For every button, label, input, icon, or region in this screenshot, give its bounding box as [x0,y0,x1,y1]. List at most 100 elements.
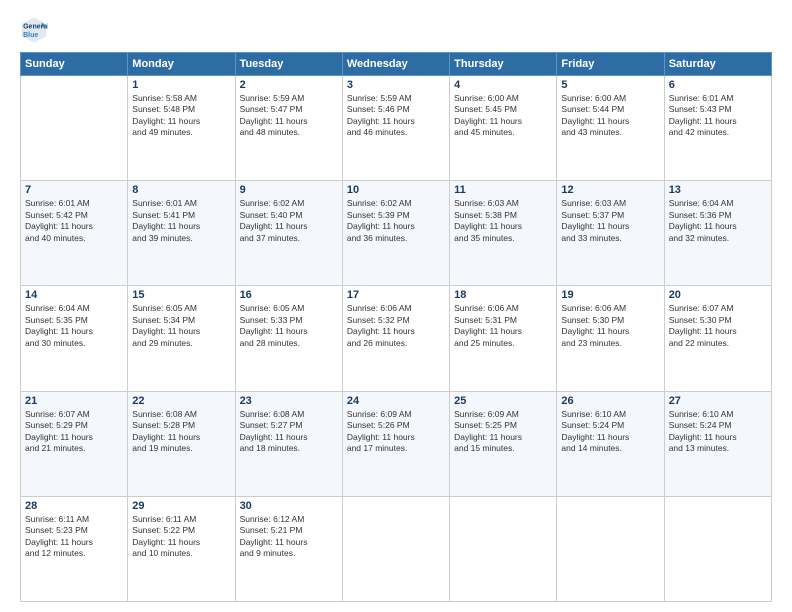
day-info: Sunrise: 6:11 AMSunset: 5:23 PMDaylight:… [25,514,123,560]
calendar-cell: 6 Sunrise: 6:01 AMSunset: 5:43 PMDaylight… [664,76,771,181]
day-number: 14 [25,289,123,301]
logo: General Blue [20,16,52,44]
week-row-1: 1 Sunrise: 5:58 AMSunset: 5:48 PMDaylight… [21,76,772,181]
day-number: 17 [347,289,445,301]
col-header-saturday: Saturday [664,53,771,76]
calendar-cell: 16Sunrise: 6:05 AMSunset: 5:33 PMDayligh… [235,286,342,391]
day-number: 28 [25,500,123,512]
day-number: 23 [240,395,338,407]
calendar-cell: 21 Sunrise: 6:07 AMSunset: 5:29 PMDayligh… [21,391,128,496]
day-number: 30 [240,500,338,512]
day-number: 12 [561,184,659,196]
day-number: 19 [561,289,659,301]
day-number: 21 [25,395,123,407]
week-row-2: 7 Sunrise: 6:01 AMSunset: 5:42 PMDaylight… [21,181,772,286]
day-number: 16 [240,289,338,301]
calendar-cell [557,496,664,601]
day-number: 1 [132,79,230,91]
calendar-cell: 11 Sunrise: 6:03 AMSunset: 5:38 PMDayligh… [450,181,557,286]
calendar-cell: 20 Sunrise: 6:07 AMSunset: 5:30 PMDayligh… [664,286,771,391]
page: General Blue SundayMondayTuesdayWednesda… [0,0,792,612]
calendar-cell: 12 Sunrise: 6:03 AMSunset: 5:37 PMDayligh… [557,181,664,286]
calendar-cell: 18Sunrise: 6:06 AMSunset: 5:31 PMDayligh… [450,286,557,391]
day-info: Sunrise: 6:03 AMSunset: 5:37 PMDaylight:… [561,198,659,244]
calendar-cell: 27 Sunrise: 6:10 AMSunset: 5:24 PMDayligh… [664,391,771,496]
day-number: 29 [132,500,230,512]
calendar-cell: 2 Sunrise: 5:59 AMSunset: 5:47 PMDaylight… [235,76,342,181]
day-info: Sunrise: 6:02 AMSunset: 5:39 PMDaylight:… [347,198,445,244]
svg-text:General: General [23,23,48,30]
day-number: 27 [669,395,767,407]
calendar-cell: 10 Sunrise: 6:02 AMSunset: 5:39 PMDayligh… [342,181,449,286]
day-number: 5 [561,79,659,91]
calendar-cell: 13 Sunrise: 6:04 AMSunset: 5:36 PMDayligh… [664,181,771,286]
calendar-cell: 9 Sunrise: 6:02 AMSunset: 5:40 PMDaylight… [235,181,342,286]
calendar-cell: 26Sunrise: 6:10 AMSunset: 5:24 PMDayligh… [557,391,664,496]
day-info: Sunrise: 6:07 AMSunset: 5:29 PMDaylight:… [25,409,123,455]
day-info: Sunrise: 6:06 AMSunset: 5:32 PMDaylight:… [347,303,445,349]
calendar-cell [342,496,449,601]
col-header-friday: Friday [557,53,664,76]
day-number: 7 [25,184,123,196]
day-number: 26 [561,395,659,407]
day-info: Sunrise: 6:09 AMSunset: 5:26 PMDaylight:… [347,409,445,455]
day-info: Sunrise: 6:00 AMSunset: 5:45 PMDaylight:… [454,93,552,139]
day-info: Sunrise: 6:08 AMSunset: 5:28 PMDaylight:… [132,409,230,455]
day-info: Sunrise: 6:07 AMSunset: 5:30 PMDaylight:… [669,303,767,349]
col-header-sunday: Sunday [21,53,128,76]
day-number: 24 [347,395,445,407]
logo-icon: General Blue [20,16,48,44]
day-number: 9 [240,184,338,196]
day-number: 8 [132,184,230,196]
day-number: 2 [240,79,338,91]
calendar-cell: 3Sunrise: 5:59 AMSunset: 5:46 PMDaylight… [342,76,449,181]
calendar-table: SundayMondayTuesdayWednesdayThursdayFrid… [20,52,772,602]
day-info: Sunrise: 6:12 AMSunset: 5:21 PMDaylight:… [240,514,338,560]
day-info: Sunrise: 6:00 AMSunset: 5:44 PMDaylight:… [561,93,659,139]
col-header-tuesday: Tuesday [235,53,342,76]
calendar-cell: 24 Sunrise: 6:09 AMSunset: 5:26 PMDayligh… [342,391,449,496]
calendar-cell [450,496,557,601]
week-row-4: 21 Sunrise: 6:07 AMSunset: 5:29 PMDayligh… [21,391,772,496]
calendar-cell: 22 Sunrise: 6:08 AMSunset: 5:28 PMDayligh… [128,391,235,496]
day-info: Sunrise: 6:05 AMSunset: 5:34 PMDaylight:… [132,303,230,349]
day-info: Sunrise: 6:04 AMSunset: 5:36 PMDaylight:… [669,198,767,244]
svg-text:Blue: Blue [23,32,38,39]
day-number: 6 [669,79,767,91]
day-number: 25 [454,395,552,407]
calendar-cell: 25 Sunrise: 6:09 AMSunset: 5:25 PMDayligh… [450,391,557,496]
day-info: Sunrise: 6:01 AMSunset: 5:43 PMDaylight:… [669,93,767,139]
day-info: Sunrise: 6:09 AMSunset: 5:25 PMDaylight:… [454,409,552,455]
calendar-cell: 30 Sunrise: 6:12 AMSunset: 5:21 PMDayligh… [235,496,342,601]
calendar-cell: 8Sunrise: 6:01 AMSunset: 5:41 PMDaylight… [128,181,235,286]
week-row-3: 14 Sunrise: 6:04 AMSunset: 5:35 PMDayligh… [21,286,772,391]
day-number: 10 [347,184,445,196]
day-info: Sunrise: 5:58 AMSunset: 5:48 PMDaylight:… [132,93,230,139]
day-number: 22 [132,395,230,407]
day-number: 13 [669,184,767,196]
day-info: Sunrise: 5:59 AMSunset: 5:47 PMDaylight:… [240,93,338,139]
col-header-monday: Monday [128,53,235,76]
day-number: 20 [669,289,767,301]
calendar-cell: 29Sunrise: 6:11 AMSunset: 5:22 PMDayligh… [128,496,235,601]
calendar-cell: 14 Sunrise: 6:04 AMSunset: 5:35 PMDayligh… [21,286,128,391]
calendar-cell: 1 Sunrise: 5:58 AMSunset: 5:48 PMDaylight… [128,76,235,181]
day-info: Sunrise: 6:04 AMSunset: 5:35 PMDaylight:… [25,303,123,349]
calendar-cell [21,76,128,181]
day-info: Sunrise: 6:02 AMSunset: 5:40 PMDaylight:… [240,198,338,244]
day-number: 18 [454,289,552,301]
calendar-header-row: SundayMondayTuesdayWednesdayThursdayFrid… [21,53,772,76]
calendar-cell [664,496,771,601]
day-info: Sunrise: 6:08 AMSunset: 5:27 PMDaylight:… [240,409,338,455]
week-row-5: 28 Sunrise: 6:11 AMSunset: 5:23 PMDayligh… [21,496,772,601]
calendar-cell: 28 Sunrise: 6:11 AMSunset: 5:23 PMDayligh… [21,496,128,601]
day-info: Sunrise: 6:10 AMSunset: 5:24 PMDaylight:… [669,409,767,455]
day-info: Sunrise: 6:03 AMSunset: 5:38 PMDaylight:… [454,198,552,244]
calendar-cell: 4Sunrise: 6:00 AMSunset: 5:45 PMDaylight… [450,76,557,181]
calendar-cell: 15 Sunrise: 6:05 AMSunset: 5:34 PMDayligh… [128,286,235,391]
col-header-wednesday: Wednesday [342,53,449,76]
day-number: 11 [454,184,552,196]
day-number: 15 [132,289,230,301]
day-info: Sunrise: 6:01 AMSunset: 5:42 PMDaylight:… [25,198,123,244]
col-header-thursday: Thursday [450,53,557,76]
